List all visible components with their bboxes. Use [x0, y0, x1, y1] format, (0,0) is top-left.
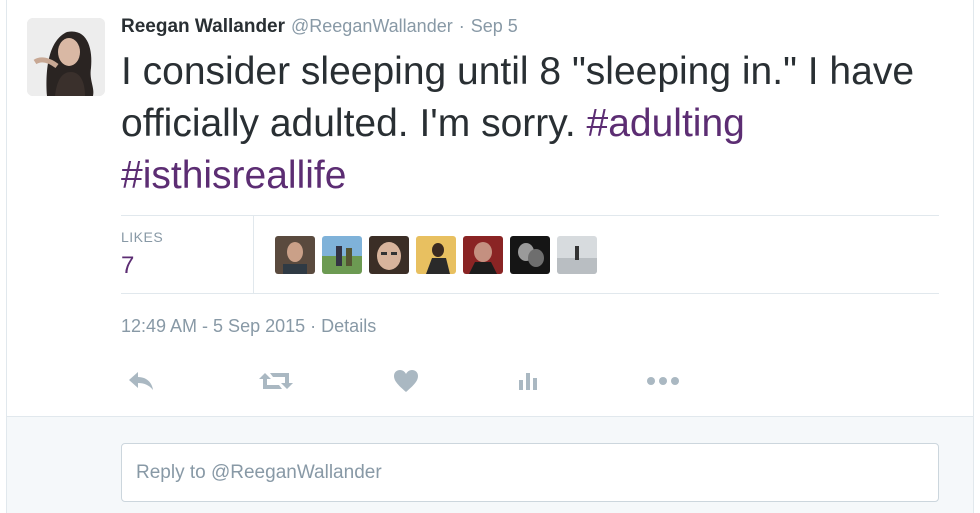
more-icon — [647, 377, 679, 385]
liker-avatar[interactable] — [416, 236, 456, 274]
liker-avatar[interactable] — [369, 236, 409, 274]
tweet-header: Reegan Wallander @ReeganWallander · Sep … — [121, 16, 518, 40]
avatar-photo — [27, 18, 105, 96]
tweet-card: Reegan Wallander @ReeganWallander · Sep … — [6, 0, 974, 513]
avatar[interactable] — [27, 18, 105, 96]
tweet-body: I consider sleeping until 8 "sleeping in… — [121, 50, 915, 145]
liker-avatars — [275, 236, 597, 274]
reply-button[interactable] — [127, 366, 155, 396]
retweet-icon — [259, 373, 293, 389]
like-button[interactable] — [393, 366, 419, 396]
more-button[interactable] — [646, 366, 680, 396]
tweet-actions — [121, 366, 721, 396]
retweet-button[interactable] — [259, 366, 293, 396]
reply-icon — [129, 372, 153, 390]
analytics-button[interactable] — [517, 366, 539, 396]
tweet-timestamp-row: 12:49 AM - 5 Sep 2015 · Details — [121, 316, 376, 337]
author-fullname[interactable]: Reegan Wallander — [121, 16, 285, 38]
liker-avatar[interactable] — [275, 236, 315, 274]
liker-avatar[interactable] — [463, 236, 503, 274]
header-separator: · — [458, 16, 465, 36]
likes-label: LIKES — [121, 229, 164, 245]
footer-separator: · — [310, 316, 317, 336]
tweet-timestamp: 12:49 AM - 5 Sep 2015 — [121, 316, 306, 336]
tweet-date[interactable]: Sep 5 — [471, 16, 518, 37]
liker-avatar[interactable] — [557, 236, 597, 274]
reply-input[interactable]: Reply to @ReeganWallander — [121, 443, 939, 502]
hashtag-isthisreallife[interactable]: #isthisreallife — [121, 154, 346, 197]
reply-area: Reply to @ReeganWallander — [7, 416, 973, 513]
liker-avatar[interactable] — [322, 236, 362, 274]
like-icon — [394, 370, 418, 392]
tweet-text: I consider sleeping until 8 "sleeping in… — [121, 46, 951, 202]
analytics-icon — [519, 373, 537, 390]
liker-avatar[interactable] — [510, 236, 550, 274]
author-username[interactable]: @ReeganWallander — [291, 16, 453, 37]
tweet-stats: LIKES 7 — [121, 215, 939, 294]
likes-stat[interactable]: LIKES 7 — [121, 216, 254, 293]
likes-count: 7 — [121, 252, 135, 279]
hashtag-adulting[interactable]: #adulting — [587, 102, 745, 145]
details-link[interactable]: Details — [321, 316, 376, 336]
